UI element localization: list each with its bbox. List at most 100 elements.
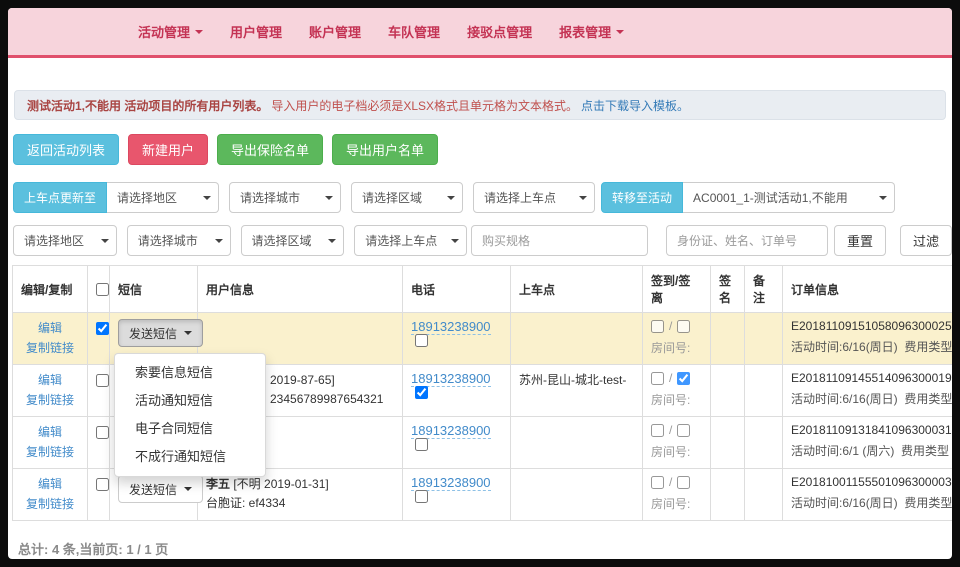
copy-link[interactable]: 复制链接 (21, 495, 79, 514)
filter-button[interactable]: 过滤 (900, 225, 952, 256)
user-table: 编辑/复制 短信 用户信息 电话 上车点 签到/签离 签名 备注 订单信息 (12, 265, 952, 521)
checkout-checkbox[interactable] (677, 372, 690, 385)
nav-item-user-mgmt[interactable]: 用户管理 (230, 22, 282, 41)
checkout-checkbox[interactable] (677, 424, 690, 437)
pickup-cell (511, 313, 643, 365)
district-select-2[interactable]: 请选择区域 (241, 225, 345, 256)
export-insurance-button[interactable]: 导出保险名单 (217, 134, 323, 165)
activity-select[interactable]: AC0001_1-测试活动1,不能用 (683, 182, 895, 213)
caret-down-icon (325, 196, 333, 200)
order-number: E20181001155501096300003 (791, 475, 952, 489)
region-select-2[interactable]: 请选择地区 (13, 225, 117, 256)
send-sms-button[interactable]: 发送短信 (118, 475, 203, 503)
order-cell: E20181001155501096300003 活动时间:6/16(周日) 费… (783, 469, 953, 521)
checkout-checkbox[interactable] (677, 476, 690, 489)
nav-item-account-mgmt[interactable]: 账户管理 (309, 22, 361, 41)
edit-link[interactable]: 编辑 (21, 423, 79, 442)
phone-checkbox[interactable] (415, 386, 428, 399)
download-template-link[interactable]: 点击下载导入模板。 (581, 97, 689, 114)
nav-item-label: 活动管理 (138, 22, 190, 41)
pickup-select-2[interactable]: 请选择上车点 (354, 225, 467, 256)
caret-down-icon (203, 196, 211, 200)
phone-link[interactable]: 18913238900 (411, 319, 491, 335)
search-input[interactable] (666, 225, 828, 256)
edit-link[interactable]: 编辑 (21, 371, 79, 390)
select-value: 请选择上车点 (484, 189, 556, 206)
row-checkbox[interactable] (96, 478, 109, 491)
district-select-1[interactable]: 请选择区域 (351, 182, 463, 213)
row-checkbox[interactable] (96, 322, 109, 335)
nav-item-fleet-mgmt[interactable]: 车队管理 (388, 22, 440, 41)
checkin-checkbox[interactable] (651, 372, 664, 385)
reset-button[interactable]: 重置 (834, 225, 886, 256)
checkin-checkbox[interactable] (651, 424, 664, 437)
caret-down-icon (184, 487, 192, 491)
city-select-2[interactable]: 请选择城市 (127, 225, 231, 256)
select-cell (88, 365, 110, 417)
edit-link[interactable]: 编辑 (21, 319, 79, 338)
menu-item-request-info-sms[interactable]: 索要信息短信 (115, 359, 265, 387)
alert-title: 测试活动1,不能用 活动项目的所有用户列表。 (27, 97, 268, 114)
send-sms-button[interactable]: 发送短信 (118, 319, 203, 347)
user-detail: 2019-87-65] (270, 373, 335, 387)
order-cell: E20181109145514096300019 活动时间:6/16(周日) 费… (783, 365, 953, 417)
edit-cell: 编辑 复制链接 (13, 417, 88, 469)
nav-item-report-mgmt[interactable]: 报表管理 (559, 22, 624, 41)
select-cell (88, 417, 110, 469)
order-meta: 活动时间:6/16(周日) 费用类型 (791, 338, 952, 355)
phone-checkbox[interactable] (415, 334, 428, 347)
nav-item-label: 车队管理 (388, 22, 440, 41)
room-number-label: 房间号: (651, 495, 702, 512)
spec-input[interactable] (471, 225, 648, 256)
col-header-order: 订单信息 (783, 266, 953, 313)
send-sms-label: 发送短信 (129, 325, 177, 342)
select-value: 请选择地区 (24, 232, 84, 249)
row-checkbox[interactable] (96, 374, 109, 387)
select-value: 请选择上车点 (365, 232, 437, 249)
back-to-activity-list-button[interactable]: 返回活动列表 (13, 134, 119, 165)
edit-link[interactable]: 编辑 (21, 475, 79, 494)
transfer-activity-button[interactable]: 转移至活动 (601, 182, 683, 213)
copy-link[interactable]: 复制链接 (21, 339, 79, 358)
room-number-label: 房间号: (651, 443, 702, 460)
signature-cell (711, 469, 745, 521)
chevron-down-icon (195, 30, 203, 34)
phone-link[interactable]: 18913238900 (411, 371, 491, 387)
menu-item-activity-notice-sms[interactable]: 活动通知短信 (115, 387, 265, 415)
alert-note: 导入用户的电子档必须是XLSX格式且单元格为文本格式。 (271, 97, 578, 114)
sign-cell: / 房间号: (643, 469, 711, 521)
pickup-select-1[interactable]: 请选择上车点 (473, 182, 595, 213)
caret-down-icon (447, 196, 455, 200)
select-value: 请选择地区 (117, 189, 177, 206)
user-id-line: 23456789987654321 (270, 390, 394, 409)
checkout-checkbox[interactable] (677, 320, 690, 333)
sign-separator: / (669, 371, 672, 385)
region-select-1[interactable]: 请选择地区 (107, 182, 219, 213)
caret-down-icon (328, 239, 336, 243)
nav-item-shuttle-point-mgmt[interactable]: 接驳点管理 (467, 22, 532, 41)
phone-checkbox[interactable] (415, 438, 428, 451)
city-select-1[interactable]: 请选择城市 (229, 182, 341, 213)
row-checkbox[interactable] (96, 426, 109, 439)
col-header-pickup: 上车点 (511, 266, 643, 313)
copy-link[interactable]: 复制链接 (21, 443, 79, 462)
menu-item-econtract-sms[interactable]: 电子合同短信 (115, 415, 265, 443)
phone-cell: 18913238900 (403, 313, 511, 365)
order-number: E20181109151058096300025 (791, 319, 952, 333)
new-user-button[interactable]: 新建用户 (128, 134, 208, 165)
nav-item-activity-mgmt[interactable]: 活动管理 (138, 22, 203, 41)
menu-item-cancel-notice-sms[interactable]: 不成行通知短信 (115, 443, 265, 471)
select-all-checkbox[interactable] (96, 283, 109, 296)
checkin-checkbox[interactable] (651, 320, 664, 333)
phone-link[interactable]: 18913238900 (411, 475, 491, 491)
export-users-button[interactable]: 导出用户名单 (332, 134, 438, 165)
sms-dropdown-menu: 索要信息短信 活动通知短信 电子合同短信 不成行通知短信 (114, 353, 266, 477)
room-number-label: 房间号: (651, 391, 702, 408)
select-cell (88, 469, 110, 521)
phone-checkbox[interactable] (415, 490, 428, 503)
checkin-checkbox[interactable] (651, 476, 664, 489)
pickup-update-button[interactable]: 上车点更新至 (13, 182, 107, 213)
col-header-select-all (88, 266, 110, 313)
copy-link[interactable]: 复制链接 (21, 391, 79, 410)
phone-link[interactable]: 18913238900 (411, 423, 491, 439)
